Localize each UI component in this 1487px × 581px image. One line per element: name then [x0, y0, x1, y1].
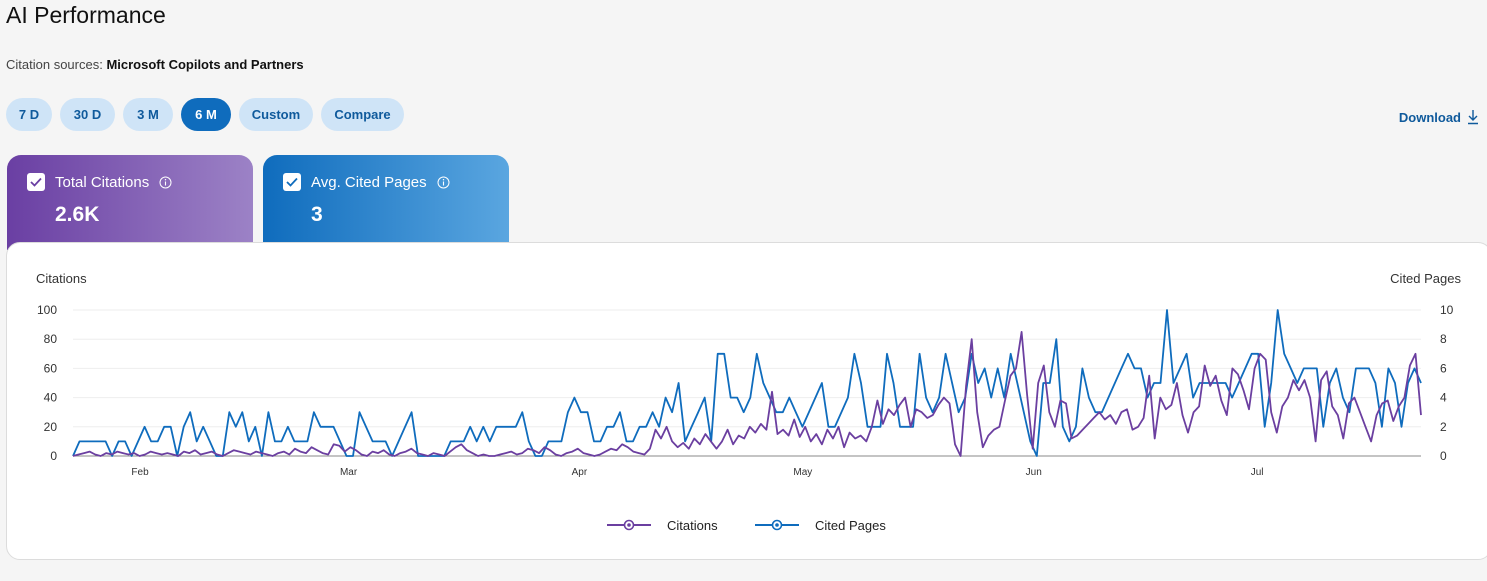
legend-label: Cited Pages [815, 518, 886, 533]
x-tick-label: Jul [1251, 467, 1264, 478]
range-6m-button[interactable]: 6 M [181, 98, 231, 131]
series-line-citations [72, 331, 1422, 457]
y-left-tick-label: 20 [44, 420, 58, 434]
download-arrow-icon [1468, 110, 1478, 125]
range-compare-button[interactable]: Compare [321, 98, 404, 131]
checkmark-icon [286, 177, 298, 187]
y-right-tick-label: 4 [1440, 391, 1447, 405]
y-right-tick-label: 0 [1440, 449, 1447, 463]
legend-marker-dot [775, 523, 779, 527]
y-left-tick-label: 40 [44, 391, 58, 405]
y-left-tick-label: 100 [37, 303, 57, 317]
y-left-tick-label: 80 [44, 332, 58, 346]
x-tick-label: Jun [1026, 467, 1042, 478]
total-citations-card[interactable]: Total Citations 2.6K [7, 155, 253, 250]
info-icon[interactable] [159, 176, 172, 189]
x-tick-label: May [793, 467, 812, 478]
total-citations-value: 2.6K [55, 203, 100, 226]
x-tick-label: Apr [572, 467, 588, 478]
download-label: Download [1398, 109, 1461, 125]
page-title: AI Performance [6, 2, 166, 28]
y-right-tick-label: 10 [1440, 303, 1454, 317]
sources-value: Microsoft Copilots and Partners [106, 57, 304, 72]
range-3m-button[interactable]: 3 M [123, 98, 173, 131]
total-citations-label: Total Citations [55, 173, 150, 191]
avg-cited-pages-value: 3 [311, 203, 323, 226]
legend-item-citations[interactable]: Citations [607, 518, 718, 533]
y-left-axis-label: Citations [36, 271, 87, 286]
avg-cited-pages-checkbox[interactable] [283, 173, 301, 191]
checkmark-icon [30, 177, 42, 187]
range-30d-button[interactable]: 30 D [60, 98, 115, 131]
citation-sources: Citation sources: Microsoft Copilots and… [6, 57, 304, 72]
sources-label: Citation sources: [6, 57, 103, 72]
date-range-selector: 7 D 30 D 3 M 6 M Custom Compare [6, 98, 404, 131]
legend-marker-dot [627, 523, 631, 527]
download-button[interactable]: Download [1399, 109, 1479, 125]
x-tick-label: Feb [131, 467, 149, 478]
y-right-axis-label: Cited Pages [1390, 271, 1461, 286]
total-citations-checkbox[interactable] [27, 173, 45, 191]
y-left-tick-label: 0 [50, 449, 57, 463]
legend-item-cited-pages[interactable]: Cited Pages [755, 518, 886, 533]
avg-cited-pages-card[interactable]: Avg. Cited Pages 3 [263, 155, 509, 250]
performance-line-chart: Citations Cited Pages 0 20 40 60 80 100 0 2 4 6 8… [36, 271, 1461, 533]
y-left-tick-label: 60 [44, 361, 58, 375]
performance-chart-panel: Citations Cited Pages 0 20 40 60 80 100 0 2 4 6 8… [6, 242, 1487, 560]
legend-label: Citations [667, 518, 718, 533]
y-right-tick-label: 6 [1440, 361, 1447, 375]
avg-cited-pages-label: Avg. Cited Pages [311, 173, 427, 191]
y-right-tick-label: 2 [1440, 420, 1447, 434]
y-right-tick-label: 8 [1440, 332, 1447, 346]
range-custom-button[interactable]: Custom [239, 98, 313, 131]
range-7d-button[interactable]: 7 D [6, 98, 52, 131]
x-tick-label: Mar [340, 467, 358, 478]
info-icon[interactable] [437, 176, 450, 189]
